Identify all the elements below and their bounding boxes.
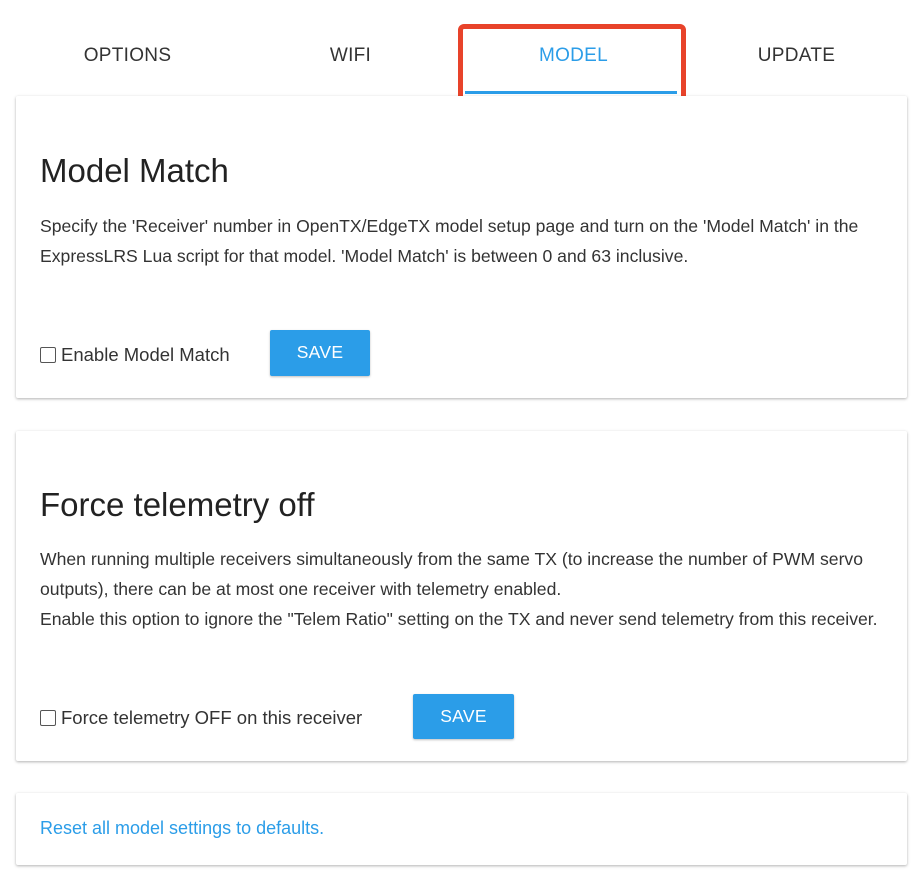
model-match-title: Model Match bbox=[40, 152, 229, 189]
model-match-checkbox[interactable] bbox=[40, 347, 56, 363]
tab-options[interactable]: OPTIONS bbox=[16, 0, 239, 96]
model-match-description: Specify the 'Receiver' number in OpenTX/… bbox=[40, 216, 859, 266]
force-telemetry-checkbox-row[interactable]: Force telemetry OFF on this receiver bbox=[40, 707, 362, 729]
force-telemetry-description-2: Enable this option to ignore the "Telem … bbox=[40, 609, 878, 629]
force-telemetry-checkbox[interactable] bbox=[40, 710, 56, 726]
active-tab-indicator bbox=[465, 91, 677, 94]
force-telemetry-description-1: When running multiple receivers simultan… bbox=[40, 549, 864, 599]
tab-bar: OPTIONS WIFI MODEL UPDATE bbox=[16, 0, 909, 96]
model-match-checkbox-row[interactable]: Enable Model Match bbox=[40, 344, 230, 366]
force-telemetry-checkbox-label: Force telemetry OFF on this receiver bbox=[61, 707, 363, 728]
reset-defaults-link[interactable]: Reset all model settings to defaults. bbox=[40, 818, 324, 839]
model-match-save-button[interactable]: SAVE bbox=[270, 330, 370, 376]
force-telemetry-save-button[interactable]: SAVE bbox=[413, 694, 514, 739]
force-telemetry-title: Force telemetry off bbox=[40, 486, 315, 523]
model-match-card: Model Match Specify the 'Receiver' numbe… bbox=[16, 96, 907, 398]
reset-card: Reset all model settings to defaults. bbox=[16, 793, 907, 865]
force-telemetry-card: Force telemetry off When running multipl… bbox=[16, 431, 907, 761]
tab-model[interactable]: MODEL bbox=[462, 0, 685, 96]
tab-wifi[interactable]: WIFI bbox=[239, 0, 462, 96]
tab-update[interactable]: UPDATE bbox=[685, 0, 908, 96]
model-match-checkbox-label: Enable Model Match bbox=[61, 344, 230, 365]
